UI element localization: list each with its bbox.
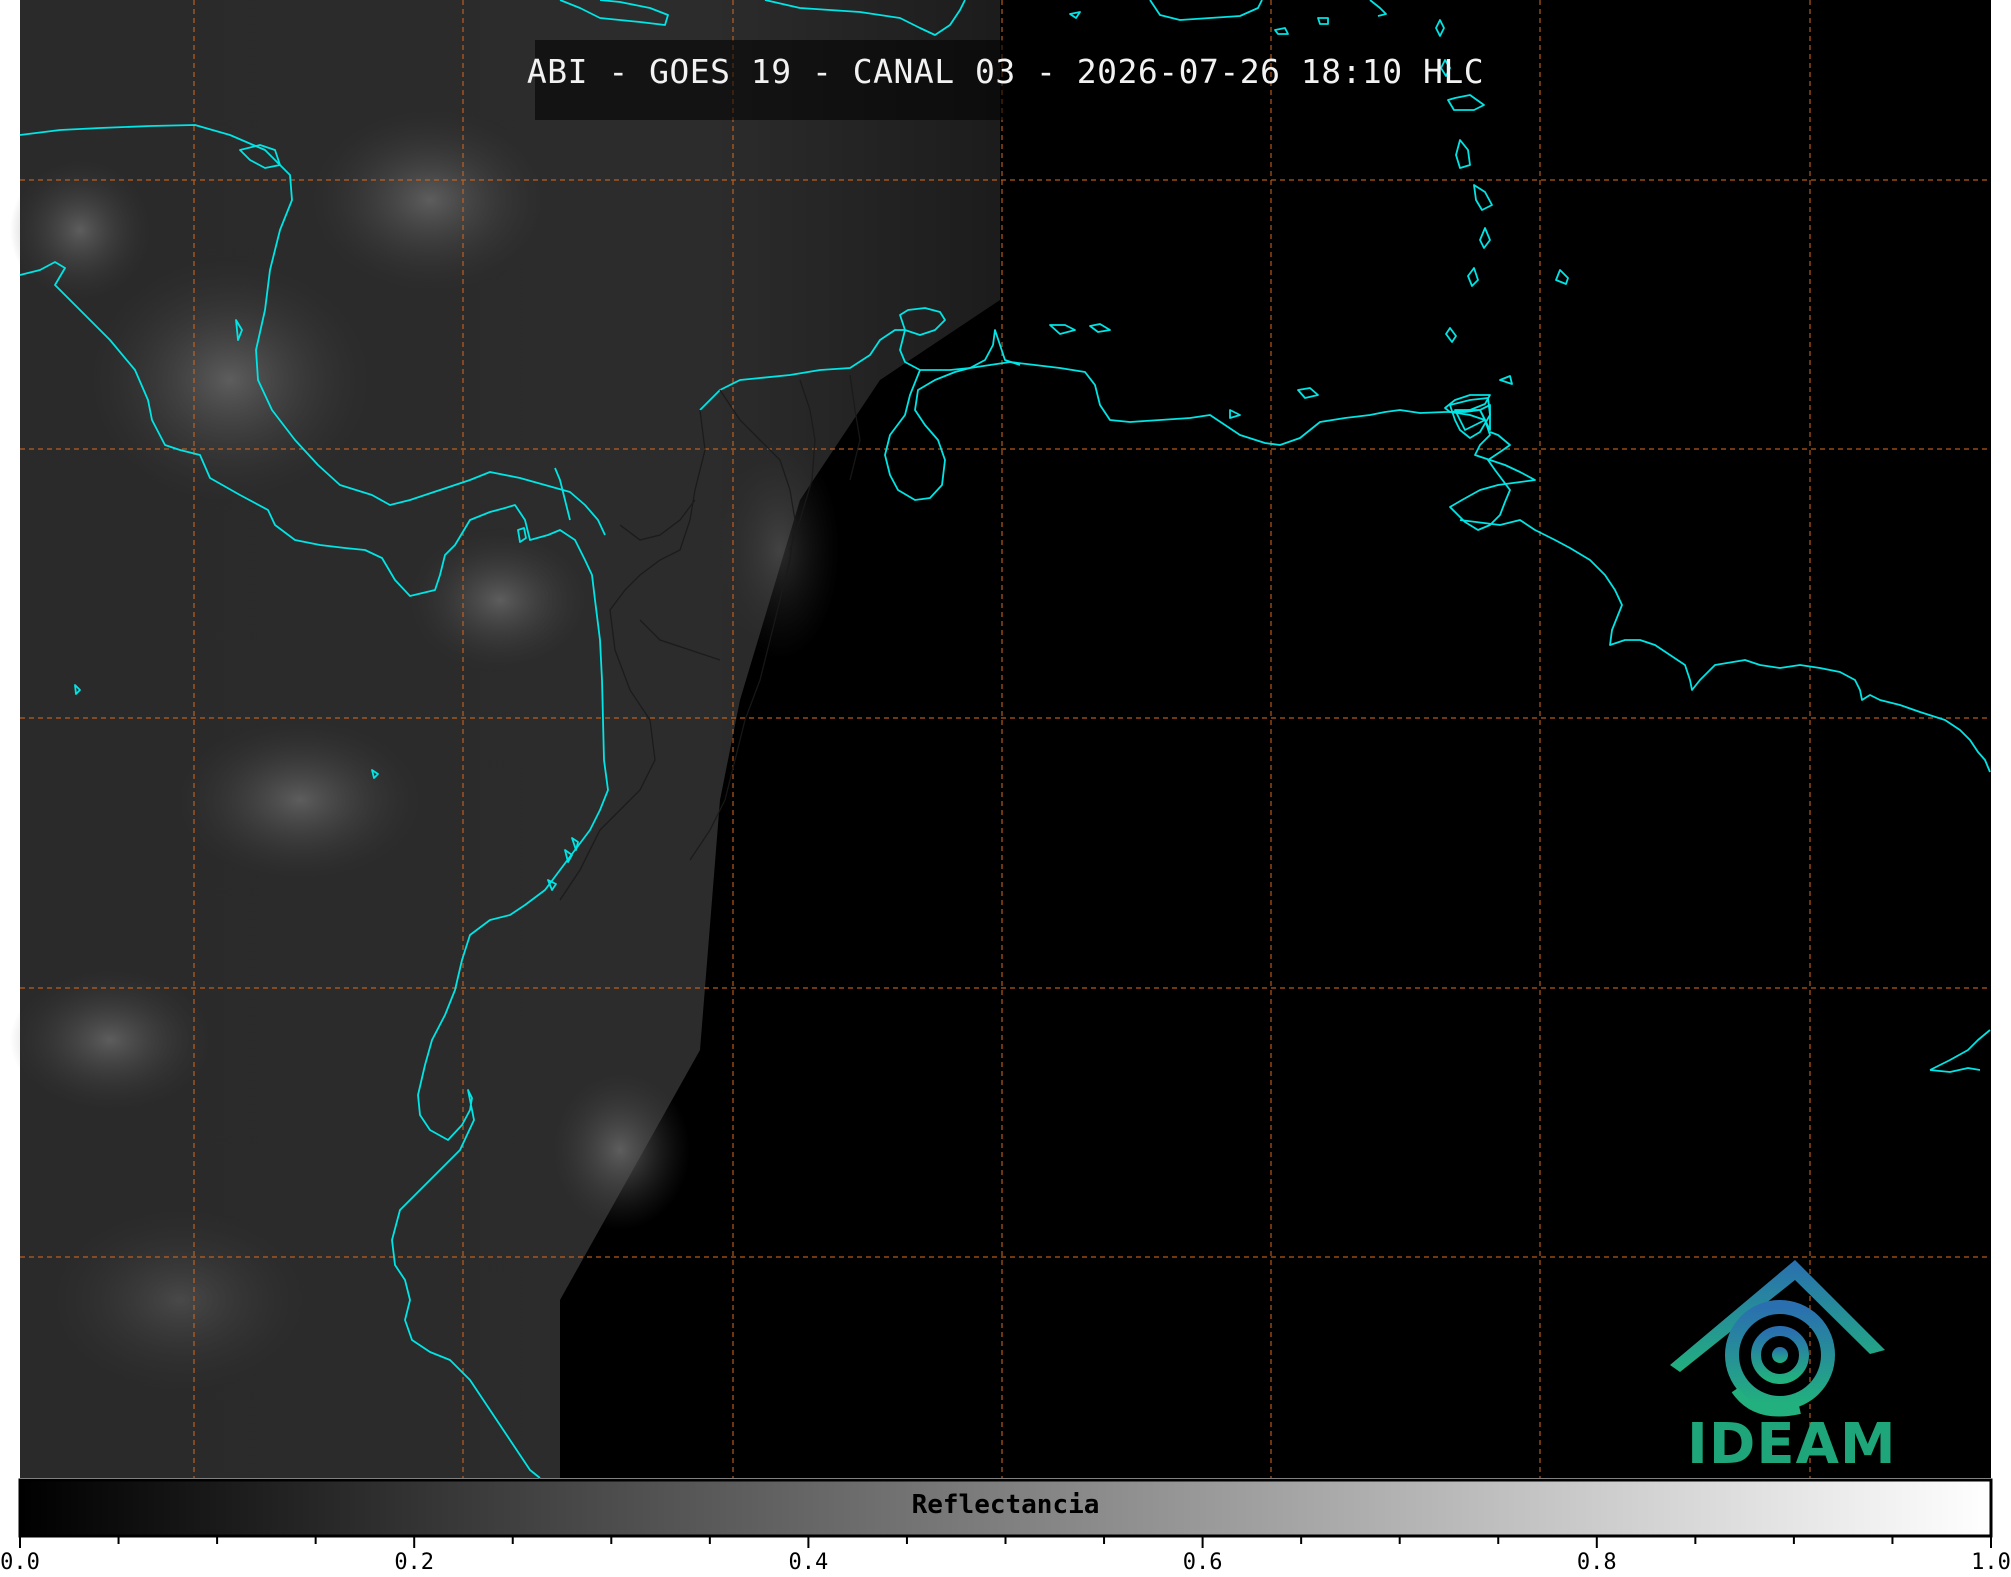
ideam-logo-text: IDEAM [1687,1412,1897,1477]
map-title: ABI - GOES 19 - CANAL 03 - 2026-07-26 18… [526,52,1485,91]
colorbar-label: Reflectancia [911,1490,1100,1520]
colorbar-tick-label: 0.0 [0,1550,40,1575]
colorbar-tick-label: 0.8 [1576,1550,1617,1575]
colorbar-tick-label: 1.0 [1971,1550,2011,1575]
colorbar-tick-label: 0.6 [1182,1550,1223,1575]
colorbar-tick-label: 0.2 [394,1550,435,1575]
colorbar-tick-label: 0.4 [788,1550,829,1575]
